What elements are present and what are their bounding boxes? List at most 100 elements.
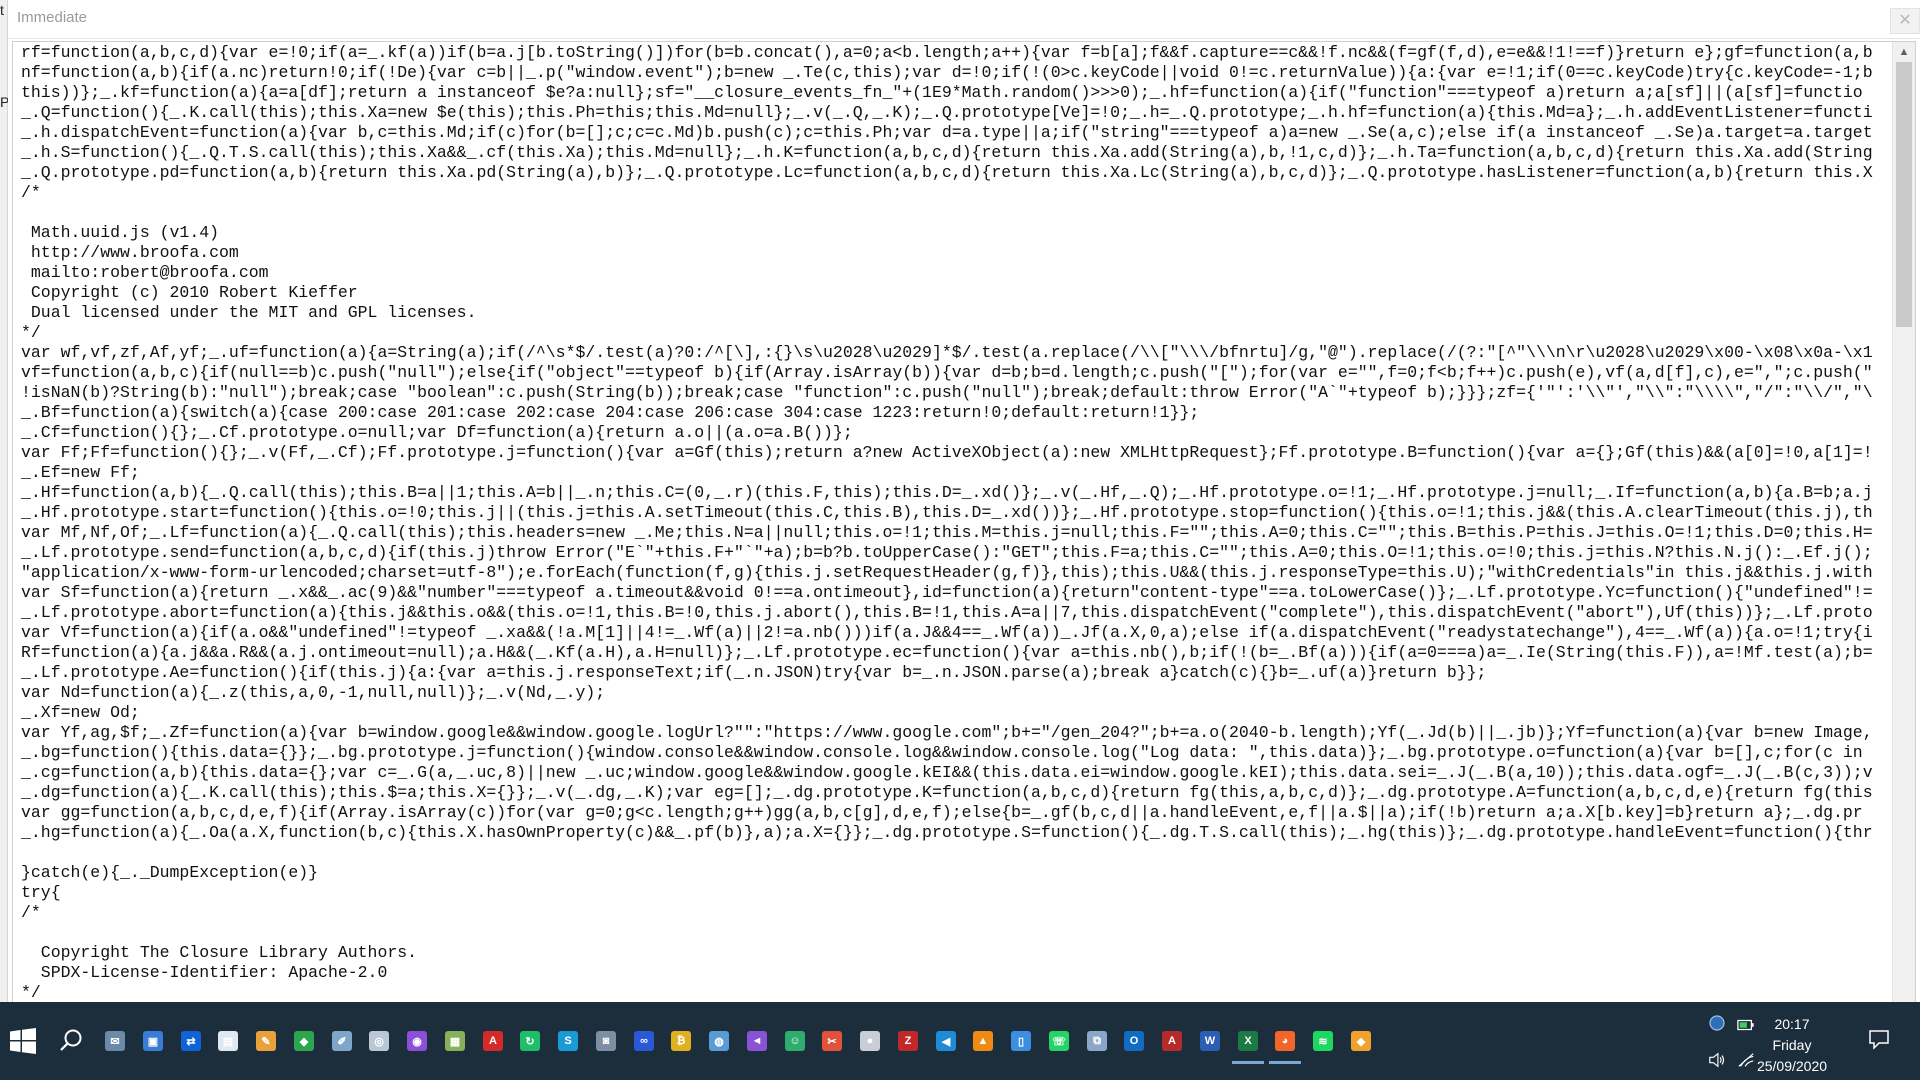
code-lines: rf=function(a,b,c,d){var e=!0;if(a=_.kf(… [21, 43, 1873, 1003]
code-line: Rf=function(a){a.j&&a.R&&(a.j.ontimeout=… [21, 643, 1873, 662]
taskbar-app-button[interactable]: ⇄ [171, 1020, 211, 1062]
code-line: !isNaN(b)?String(b):"null");break;case "… [21, 383, 1873, 402]
taskbar-app-button[interactable]: ▯ [1001, 1020, 1041, 1062]
visual-studio-icon: ◄ [747, 1031, 767, 1051]
taskbar-app-button[interactable]: ✎ [246, 1020, 286, 1062]
taskbar-app-button[interactable]: ☺ [775, 1020, 815, 1062]
coin-app-icon: ₿ [671, 1031, 691, 1051]
taskbar-app-button[interactable]: ▲ [963, 1020, 1003, 1062]
taskbar-app-button[interactable]: ◎ [359, 1020, 399, 1062]
acrobat-app-icon: A [483, 1031, 503, 1051]
code-line: try{ [21, 883, 61, 902]
code-line: nf=function(a,b){if(a.nc)return!0;if(!De… [21, 63, 1873, 82]
code-line: _.Q=function(){_.K.call(this);this.Xa=ne… [21, 103, 1873, 122]
taskbar-app-button[interactable]: ▤ [208, 1020, 248, 1062]
taskbar-app-button[interactable]: ◉ [397, 1020, 437, 1062]
taskbar-app-button[interactable]: ◙ [586, 1020, 626, 1062]
code-line: this))};_.kf=function(a){a=a[df];return … [21, 83, 1863, 102]
taskbar-app-button[interactable]: ✉ [95, 1020, 135, 1062]
refresh-app-icon: ↻ [520, 1031, 540, 1051]
globe-app-icon: ◍ [709, 1031, 729, 1051]
tray-network-blue-icon[interactable] [1708, 1014, 1726, 1032]
tray-globe-icon [1709, 1015, 1725, 1031]
taskbar-app-button[interactable]: ∞ [624, 1020, 664, 1062]
scrollbar-thumb[interactable] [1896, 62, 1912, 327]
code-line: rf=function(a,b,c,d){var e=!0;if(a=_.kf(… [21, 43, 1873, 62]
chart-app-icon: ◎ [369, 1031, 389, 1051]
taskbar-app-button[interactable]: ◆ [1341, 1020, 1381, 1062]
network-app-icon: ⧉ [1087, 1031, 1107, 1051]
code-line: Copyright (c) 2010 Robert Kieffer [21, 283, 358, 302]
taskbar-app-button[interactable]: ▣ [133, 1020, 173, 1062]
taskbar-app-button[interactable]: ☏ [1039, 1020, 1079, 1062]
code-text-area[interactable]: rf=function(a,b,c,d){var e=!0;if(a=_.kf(… [13, 42, 1890, 1003]
code-line: Math.uuid.js (v1.4) [21, 223, 220, 242]
taskbar-app-button[interactable]: O [1114, 1020, 1154, 1062]
action-center-button[interactable] [1868, 1028, 1890, 1050]
search-button[interactable] [56, 1026, 86, 1056]
start-button[interactable] [10, 1028, 36, 1054]
taskbar-app-button[interactable]: ◄ [737, 1020, 777, 1062]
code-line: _.Lf.prototype.abort=function(a){this.j&… [21, 603, 1873, 622]
taskbar-app-button[interactable]: ₿ [661, 1020, 701, 1062]
mouse-app-icon: ∞ [634, 1031, 654, 1051]
code-line: _.Q.prototype.pd=function(a,b){return th… [21, 163, 1873, 182]
close-button[interactable]: ✕ [1890, 8, 1920, 34]
clock-date: 25/09/2020 [1756, 1058, 1828, 1074]
taskbar-app-button[interactable]: ◕ [1265, 1020, 1305, 1064]
immediate-window: Immediate ✕ rf=function(a,b,c,d){var e=!… [8, 0, 1920, 1003]
code-line: _.hg=function(a){_.Oa(a.X,function(b,c){… [21, 823, 1873, 842]
vertical-scrollbar[interactable]: ▲ [1892, 42, 1915, 1003]
excel-icon: X [1238, 1031, 1258, 1051]
vlc-icon: ▲ [973, 1031, 993, 1051]
code-line: Dual licensed under the MIT and GPL lice… [21, 303, 477, 322]
code-line: _.Hf.prototype.start=function(){this.o=!… [21, 503, 1873, 522]
media-app-icon: ◉ [407, 1031, 427, 1051]
taskbar-app-button[interactable]: ◆ [284, 1020, 324, 1062]
taskbar-app-button[interactable]: ⧉ [1077, 1020, 1117, 1062]
code-line: */ [21, 983, 41, 1002]
volume-icon [1709, 1052, 1725, 1068]
window-title-bar[interactable]: Immediate ✕ [8, 0, 1920, 39]
taskbar-app-button[interactable]: ● [850, 1020, 890, 1062]
code-line: /* [21, 183, 41, 202]
code-line: mailto:robert@broofa.com [21, 263, 269, 282]
code-line: vf=function(a,b,c){if(null==b)c.push("nu… [21, 363, 1873, 382]
taskbar-app-button[interactable]: A [1152, 1020, 1192, 1062]
taskbar-app-button[interactable]: ✂ [812, 1020, 852, 1062]
code-line: var wf,vf,zf,Af,yf;_.uf=function(a){a=St… [21, 343, 1873, 362]
code-line: _.Xf=new Od; [21, 703, 140, 722]
taskbar-clock[interactable]: 20:17 Friday 25/09/2020 [1747, 1014, 1837, 1077]
taskbar-app-button[interactable]: ↻ [510, 1020, 550, 1062]
taskbar-app-button[interactable]: S [548, 1020, 588, 1062]
taskbar: ✉ ▣ ⇄ ▤ ✎ ◆ ✐ ◎ ◉ ▦ A ↻ S ◙ ∞ ₿ ◍ ◄ ☺ ✂ ● Z ◀ ▲ ▯ ☏ ⧉ O A W X ◕ ≋ ◆ 20:17… [0, 1002, 1920, 1080]
clock-day: Friday [1772, 1037, 1812, 1053]
code-line: "application/x-www-form-urlencoded;chars… [21, 563, 1873, 582]
taskbar-app-button[interactable]: A [473, 1020, 513, 1062]
taskbar-app-button[interactable]: Z [888, 1020, 928, 1062]
taskbar-app-button[interactable]: W [1190, 1020, 1230, 1062]
code-line: */ [21, 323, 41, 342]
tray-volume-icon[interactable] [1708, 1051, 1726, 1069]
mail-app-icon: ✉ [105, 1031, 125, 1051]
taskbar-app-button[interactable]: ≋ [1303, 1020, 1343, 1062]
taskbar-app-button[interactable]: ▦ [435, 1020, 475, 1062]
taskbar-app-button[interactable]: ◍ [699, 1020, 739, 1062]
taskbar-app-button[interactable]: X [1228, 1020, 1268, 1064]
code-editor[interactable]: rf=function(a,b,c,d){var e=!0;if(a=_.kf(… [12, 41, 1916, 1003]
taskbar-app-button[interactable]: ✐ [322, 1020, 362, 1062]
circle-flag-icon: ● [860, 1031, 880, 1051]
clock-time: 20:17 [1774, 1016, 1810, 1032]
notification-icon [1869, 1030, 1889, 1050]
scroll-up-arrow-icon[interactable]: ▲ [1893, 42, 1915, 62]
access-icon: A [1162, 1031, 1182, 1051]
code-line: _.cg=function(a,b){this.data={};var c=_.… [21, 763, 1873, 782]
code-line: var gg=function(a,b,c,d,e,f){if(Array.is… [21, 803, 1863, 822]
whatsapp-icon: ☏ [1049, 1031, 1069, 1051]
code-line: var Nd=function(a){_.z(this,a,0,-1,null,… [21, 683, 606, 702]
chat-app-icon: ☺ [785, 1031, 805, 1051]
code-line: }catch(e){_._DumpException(e)} [21, 863, 319, 882]
taskbar-app-button[interactable]: ◀ [926, 1020, 966, 1062]
